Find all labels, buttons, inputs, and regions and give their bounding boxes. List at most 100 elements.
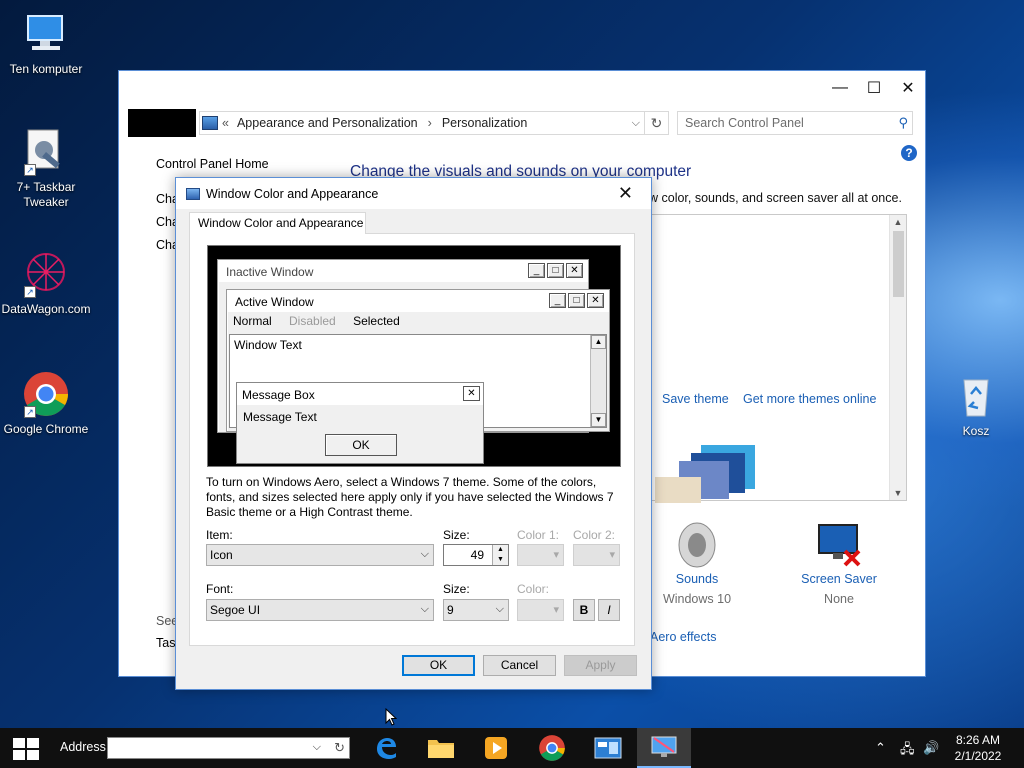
menu-selected[interactable]: Selected bbox=[353, 314, 400, 328]
dialog-tab-panel: Inactive Window _ □ ✕ Active Window _ □ … bbox=[189, 233, 635, 646]
color1-label: Color 1: bbox=[517, 528, 560, 542]
appearance-preview[interactable]: Inactive Window _ □ ✕ Active Window _ □ … bbox=[207, 245, 621, 467]
screen-saver-label: Screen Saver bbox=[801, 572, 877, 586]
desktop-icon-recycle-bin[interactable]: Kosz bbox=[930, 372, 1022, 439]
help-icon[interactable]: ? bbox=[901, 145, 917, 161]
computer-icon bbox=[22, 10, 70, 58]
font-select[interactable]: Segoe UI ⌵ bbox=[206, 599, 434, 621]
menu-normal[interactable]: Normal bbox=[233, 314, 272, 328]
window-caption-buttons: — ☐ ✕ bbox=[823, 71, 925, 105]
taskbar-edge[interactable] bbox=[359, 728, 413, 768]
aero-effects-link[interactable]: Aero effects bbox=[650, 630, 716, 644]
size-stepper[interactable]: 49 ▲ ▼ bbox=[443, 544, 509, 566]
italic-button[interactable]: I bbox=[598, 599, 620, 621]
font-color-picker[interactable]: ▾ bbox=[517, 599, 564, 621]
theme-thumbnail[interactable] bbox=[651, 443, 761, 503]
chevron-down-icon: ▾ bbox=[553, 604, 559, 616]
refresh-button[interactable]: ↻ bbox=[645, 111, 669, 135]
taskbar-media-player[interactable] bbox=[469, 728, 523, 768]
desktop-icon-this-pc[interactable]: Ten komputer bbox=[0, 10, 92, 77]
message-box-preview[interactable]: Message Box ✕ Message Text OK bbox=[236, 382, 484, 464]
clock-date: 2/1/2022 bbox=[954, 749, 1002, 763]
chevron-down-icon[interactable]: ⌵ bbox=[632, 117, 640, 130]
menu-disabled[interactable]: Disabled bbox=[289, 314, 336, 328]
color2-label: Color 2: bbox=[573, 528, 616, 542]
font-size-select[interactable]: 9 ⌵ bbox=[443, 599, 509, 621]
color2-picker[interactable]: ▾ bbox=[573, 544, 620, 566]
scroll-down-icon[interactable]: ▼ bbox=[591, 413, 606, 427]
taskbar-file-explorer[interactable] bbox=[414, 728, 468, 768]
font-size-value: 9 bbox=[447, 603, 454, 617]
dialog-title-bar[interactable]: Window Color and Appearance ✕ bbox=[176, 178, 651, 209]
taskbar-clock[interactable]: 8:26 AM 2/1/2022 bbox=[944, 732, 1012, 764]
scroll-up-icon[interactable]: ▲ bbox=[591, 335, 606, 349]
tab-window-color[interactable]: Window Color and Appearance bbox=[189, 212, 366, 234]
message-box-title: Message Box bbox=[242, 388, 315, 402]
maximize-icon: □ bbox=[547, 263, 564, 278]
chevron-down-icon: ⌵ bbox=[495, 603, 504, 615]
taskbar-control-panel[interactable] bbox=[581, 728, 635, 768]
themes-scrollbar[interactable]: ▲ ▼ bbox=[889, 215, 906, 500]
font-color-label: Color: bbox=[517, 582, 550, 596]
message-box-title-bar: Message Box ✕ bbox=[237, 383, 483, 405]
maximize-icon: □ bbox=[568, 293, 585, 308]
dialog-app-icon bbox=[186, 187, 200, 200]
scroll-thumb[interactable] bbox=[893, 231, 904, 297]
apply-button[interactable]: Apply bbox=[564, 655, 637, 676]
search-placeholder: Search Control Panel bbox=[685, 116, 804, 130]
scroll-down-icon[interactable]: ▼ bbox=[890, 488, 906, 498]
preview-scrollbar[interactable]: ▲ ▼ bbox=[590, 335, 606, 427]
taskbar: Address ⌵ ↻ ⌃ 🖧 🔊 8:26 AM 2/1/2022 bbox=[0, 728, 1024, 768]
dialog-title: Window Color and Appearance bbox=[206, 186, 379, 201]
desktop-icon-label: Kosz bbox=[962, 424, 990, 438]
chevron-down-icon: ⌵ bbox=[420, 603, 429, 615]
search-icon[interactable]: ⚲ bbox=[898, 115, 908, 131]
close-icon[interactable]: ✕ bbox=[618, 183, 633, 204]
bold-button[interactable]: B bbox=[573, 599, 595, 621]
network-icon[interactable]: 🖧 bbox=[900, 740, 915, 762]
desktop-icon-google-chrome[interactable]: ↗ Google Chrome bbox=[0, 370, 92, 437]
taskbar-chrome[interactable] bbox=[525, 728, 579, 768]
spin-arrows-icon[interactable]: ▲ ▼ bbox=[492, 545, 508, 565]
address-toolbar-input[interactable]: ⌵ ↻ bbox=[107, 737, 350, 759]
get-more-themes-link[interactable]: Get more themes online bbox=[743, 392, 876, 406]
control-panel-home-link[interactable]: Control Panel Home bbox=[156, 157, 269, 171]
shortcut-arrow-icon: ↗ bbox=[24, 286, 36, 298]
media-player-icon bbox=[485, 737, 507, 759]
personalization-icon bbox=[651, 736, 677, 757]
show-hidden-icons-icon[interactable]: ⌃ bbox=[875, 740, 886, 756]
breadcrumb-separator[interactable]: › bbox=[428, 116, 432, 130]
color1-picker[interactable]: ▾ bbox=[517, 544, 564, 566]
close-icon: ✕ bbox=[587, 293, 604, 308]
close-button[interactable]: ✕ bbox=[891, 71, 925, 105]
address-bar[interactable]: « Appearance and Personalization › Perso… bbox=[199, 111, 645, 135]
sounds-label: Sounds bbox=[675, 572, 719, 586]
chevron-down-icon[interactable]: ⌵ bbox=[313, 741, 321, 754]
minimize-button[interactable]: — bbox=[823, 71, 857, 105]
volume-icon[interactable]: 🔊 bbox=[923, 740, 939, 756]
maximize-button[interactable]: ☐ bbox=[857, 71, 891, 105]
start-button[interactable] bbox=[13, 738, 41, 760]
breadcrumb-appearance[interactable]: Appearance and Personalization bbox=[237, 116, 418, 130]
cancel-button[interactable]: Cancel bbox=[483, 655, 556, 676]
message-box-ok-button[interactable]: OK bbox=[325, 434, 397, 456]
chevron-down-icon: ▾ bbox=[609, 549, 615, 561]
desktop-icon-taskbar-tweaker[interactable]: ↗ 7+ Taskbar Tweaker bbox=[0, 128, 92, 210]
refresh-icon[interactable]: ↻ bbox=[334, 740, 345, 756]
search-input[interactable]: Search Control Panel ⚲ bbox=[677, 111, 913, 135]
scroll-up-icon[interactable]: ▲ bbox=[890, 217, 906, 227]
sounds-item[interactable]: Sounds Windows 10 bbox=[649, 521, 745, 606]
font-value: Segoe UI bbox=[210, 603, 261, 617]
screen-saver-item[interactable]: Screen Saver None bbox=[791, 521, 887, 606]
taskbar-tweaker-icon: ↗ bbox=[22, 128, 70, 176]
breadcrumb-personalization[interactable]: Personalization bbox=[442, 116, 527, 130]
chevron-down-icon: ▾ bbox=[553, 549, 559, 561]
save-theme-link[interactable]: Save theme bbox=[662, 392, 729, 406]
item-select[interactable]: Icon ⌵ bbox=[206, 544, 434, 566]
window-text: Window Text bbox=[234, 338, 302, 352]
ok-button[interactable]: OK bbox=[402, 655, 475, 676]
breadcrumb-overflow-chevron[interactable]: « bbox=[222, 116, 229, 130]
control-panel-icon bbox=[202, 116, 218, 130]
desktop-icon-datawagon[interactable]: ↗ DataWagon.com bbox=[0, 250, 92, 317]
taskbar-personalization[interactable] bbox=[637, 728, 691, 768]
